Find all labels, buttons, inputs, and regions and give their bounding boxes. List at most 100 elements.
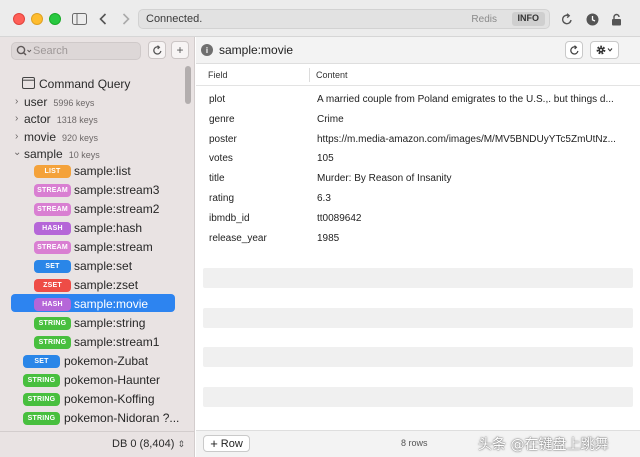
main-panel: i sample:movie Field Content plot A marri…	[196, 37, 640, 457]
row-count: 8 rows	[401, 438, 428, 448]
column-header-content[interactable]: Content	[316, 70, 348, 80]
table-row[interactable]: ibmdb_id tt0089642	[196, 209, 640, 229]
sidebar-refresh-button[interactable]	[148, 41, 166, 59]
chevron-right-icon: ›	[15, 96, 19, 107]
field-content-cell[interactable]: A married couple from Poland emigrates t…	[317, 94, 617, 105]
key-item[interactable]: HASH sample:hash	[0, 219, 195, 238]
table-row[interactable]: genre Crime	[196, 110, 640, 130]
key-item[interactable]: STRING pokemon-Koffing	[0, 390, 195, 409]
key-item[interactable]: HASH sample:movie	[0, 295, 195, 314]
group-name: actor	[24, 112, 51, 126]
table-row[interactable]: release_year 1985	[196, 229, 640, 249]
key-name: sample:string	[74, 316, 146, 330]
group-key-count: 10 keys	[68, 150, 100, 160]
table-header: Field Content	[196, 64, 640, 86]
table-row[interactable]: plot A married couple from Poland emigrat…	[196, 90, 640, 110]
field-name-cell[interactable]: ibmdb_id	[209, 213, 250, 224]
key-type-badge: STRING	[34, 317, 71, 330]
field-content-cell[interactable]: 6.3	[317, 193, 617, 204]
key-type-badge: STREAM	[34, 241, 71, 254]
key-group-sample[interactable]: ⌄ sample 10 keys	[0, 144, 195, 163]
field-name-cell[interactable]: release_year	[209, 233, 267, 244]
command-query-label: Command Query	[39, 77, 131, 91]
column-divider[interactable]	[309, 68, 310, 82]
key-type-badge: ZSET	[34, 279, 71, 292]
field-content-cell[interactable]: Crime	[317, 114, 617, 125]
key-type-badge: HASH	[34, 222, 71, 235]
field-name-cell[interactable]: votes	[209, 153, 233, 164]
key-item[interactable]: STREAM sample:stream	[0, 238, 195, 257]
command-query-icon	[22, 77, 35, 92]
reload-key-button[interactable]	[565, 41, 583, 59]
zoom-window-button[interactable]	[49, 13, 61, 25]
empty-row-stripe	[203, 268, 633, 288]
key-item[interactable]: ZSET sample:zset	[0, 276, 195, 295]
field-name-cell[interactable]: plot	[209, 94, 225, 105]
refresh-icon[interactable]	[558, 10, 576, 28]
add-key-button[interactable]: +	[171, 41, 189, 59]
lock-icon[interactable]	[607, 10, 625, 28]
minimize-window-button[interactable]	[31, 13, 43, 25]
key-name: sample:hash	[74, 221, 143, 235]
table-row[interactable]: poster https://m.media-amazon.com/images/…	[196, 130, 640, 150]
key-item[interactable]: STRING sample:stream1	[0, 333, 195, 352]
info-icon[interactable]: i	[201, 44, 213, 56]
field-content-cell[interactable]: https://m.media-amazon.com/images/M/MV5B…	[317, 134, 617, 145]
history-clock-icon[interactable]	[583, 10, 601, 28]
table-row[interactable]: rating 6.3	[196, 189, 640, 209]
group-name: user	[24, 95, 48, 109]
key-item[interactable]: STRING pokemon-Haunter	[0, 371, 195, 390]
field-name-cell[interactable]: genre	[209, 114, 235, 125]
column-header-field[interactable]: Field	[208, 70, 228, 80]
key-item[interactable]: SET sample:set	[0, 257, 195, 276]
field-content-cell[interactable]: 105	[317, 153, 617, 164]
key-name: sample:list	[74, 164, 131, 178]
key-item[interactable]: LIST sample:list	[0, 162, 195, 181]
key-item[interactable]: SET pokemon-Zubat	[0, 352, 195, 371]
key-item[interactable]: STREAM sample:stream2	[0, 200, 195, 219]
sidebar-footer: DB 0 (8,404) ⇕	[0, 431, 195, 457]
search-field[interactable]: Search	[11, 42, 141, 60]
key-group-actor[interactable]: › actor 1318 keys	[0, 109, 195, 128]
back-icon[interactable]	[94, 10, 112, 28]
key-name: sample:zset	[74, 278, 139, 292]
database-selector[interactable]: DB 0 (8,404) ⇕	[112, 438, 185, 450]
group-key-count: 5996 keys	[53, 98, 95, 108]
field-content-cell[interactable]: tt0089642	[317, 213, 617, 224]
table-row[interactable]: title Murder: By Reason of Insanity	[196, 169, 640, 189]
empty-row-stripe	[203, 347, 633, 367]
key-type-badge: SET	[23, 355, 60, 368]
plus-icon: +	[210, 436, 218, 451]
connection-status-bar: Connected. Redis INFO	[138, 9, 550, 29]
table-footer: + Row 8 rows 头条 @在键盘上跳舞	[196, 430, 640, 457]
sidebar: Search + Command Query › user 5996 keys ›…	[0, 37, 195, 457]
key-type-badge: STRING	[23, 374, 60, 387]
refresh-icon	[569, 44, 579, 55]
field-name-cell[interactable]: poster	[209, 134, 237, 145]
field-content-cell[interactable]: Murder: By Reason of Insanity	[317, 173, 617, 184]
info-button[interactable]: INFO	[511, 12, 545, 26]
field-content-cell[interactable]: 1985	[317, 233, 617, 244]
key-item[interactable]: STRING pokemon-Nidoran ?...	[0, 409, 195, 428]
title-bar: Connected. Redis INFO	[0, 0, 640, 37]
key-actions-menu-button[interactable]	[590, 41, 619, 59]
command-query-item[interactable]: Command Query	[0, 74, 195, 93]
add-row-button[interactable]: + Row	[203, 435, 250, 452]
forward-icon[interactable]	[117, 10, 135, 28]
group-key-count: 920 keys	[62, 133, 99, 143]
chevron-updown-icon: ⇕	[177, 439, 185, 449]
key-item[interactable]: STRING sample:string	[0, 314, 195, 333]
group-key-count: 1318 keys	[56, 115, 98, 125]
key-name: pokemon-Nidoran ?...	[64, 411, 180, 425]
chevron-right-icon: ›	[15, 113, 19, 124]
group-name: movie	[24, 130, 57, 144]
key-item[interactable]: STREAM sample:stream3	[0, 181, 195, 200]
key-type-badge: STRING	[34, 336, 71, 349]
empty-row-stripe	[203, 308, 633, 328]
field-name-cell[interactable]: title	[209, 173, 225, 184]
table-row[interactable]: votes 105	[196, 149, 640, 169]
close-window-button[interactable]	[13, 13, 25, 25]
sidebar-toggle-icon[interactable]	[70, 10, 88, 28]
watermark-text: 头条 @在键盘上跳舞	[478, 437, 609, 453]
field-name-cell[interactable]: rating	[209, 193, 234, 204]
